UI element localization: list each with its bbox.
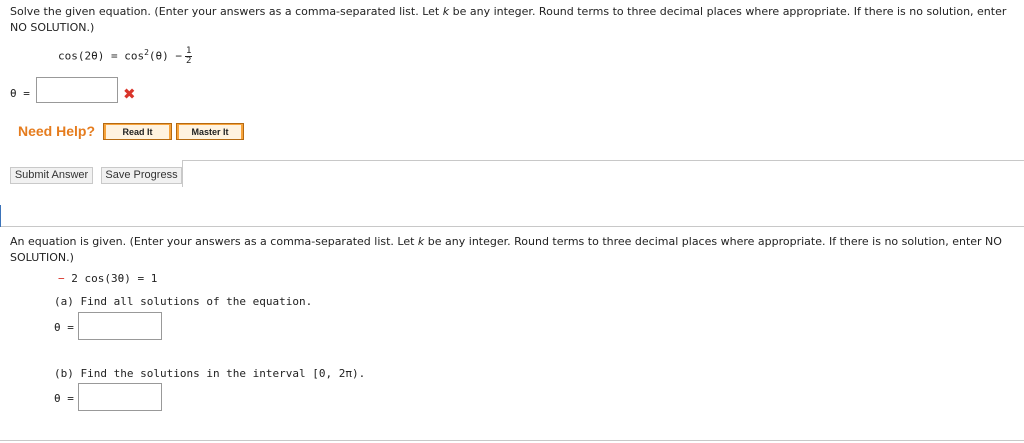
need-help-label: Need Help? [18,123,96,139]
q2-part-b-prompt: (b) Find the solutions in the interval [… [54,367,366,380]
q1-eq-lhs: cos(2θ) = cos [58,49,145,63]
q2-eq-minus-sign: − [58,272,65,285]
fraction-denominator: 2 [186,56,192,67]
q2-part-a-input[interactable] [78,312,162,340]
q2-part-b-input[interactable] [78,383,162,411]
save-progress-button[interactable]: Save Progress [101,167,182,184]
question-divider [0,226,1024,227]
question-2-prompt: An equation is given. (Enter your answer… [10,234,1020,266]
q2-eq-body: 2 cos(3θ) = 1 [64,272,158,285]
q2-part-a-prompt: (a) Find all solutions of the equation. [54,295,313,308]
master-it-label: Master It [179,124,241,139]
q1-answer-label: θ = [10,87,30,100]
q2-part-a-label: θ = [54,321,74,334]
submit-answer-button[interactable]: Submit Answer [10,167,93,184]
question-marker [0,205,1,227]
q2-part-b-label: θ = [54,392,74,405]
q1-eq-fraction: 12 [185,47,193,67]
question-2-equation: − 2 cos(3θ) = 1 [58,272,157,285]
question-1-prompt: Solve the given equation. (Enter your an… [10,4,1020,36]
question-1-equation: cos(2θ) = cos 2(θ) −1 2 [58,42,193,68]
read-it-label: Read It [106,124,169,139]
actions-divider-vertical [182,160,183,187]
bottom-divider [0,440,1024,441]
incorrect-mark-icon: ✖ [123,85,136,103]
actions-top-divider [182,160,1024,161]
q1-eq-rhs: (θ) − [148,49,183,63]
q2-prompt-text-1: An equation is given. (Enter your answer… [10,235,418,248]
read-it-button[interactable]: Read It [103,123,172,140]
q1-prompt-text-1: Solve the given equation. (Enter your an… [10,5,443,18]
q1-answer-input[interactable] [36,77,118,103]
master-it-button[interactable]: Master It [176,123,244,140]
